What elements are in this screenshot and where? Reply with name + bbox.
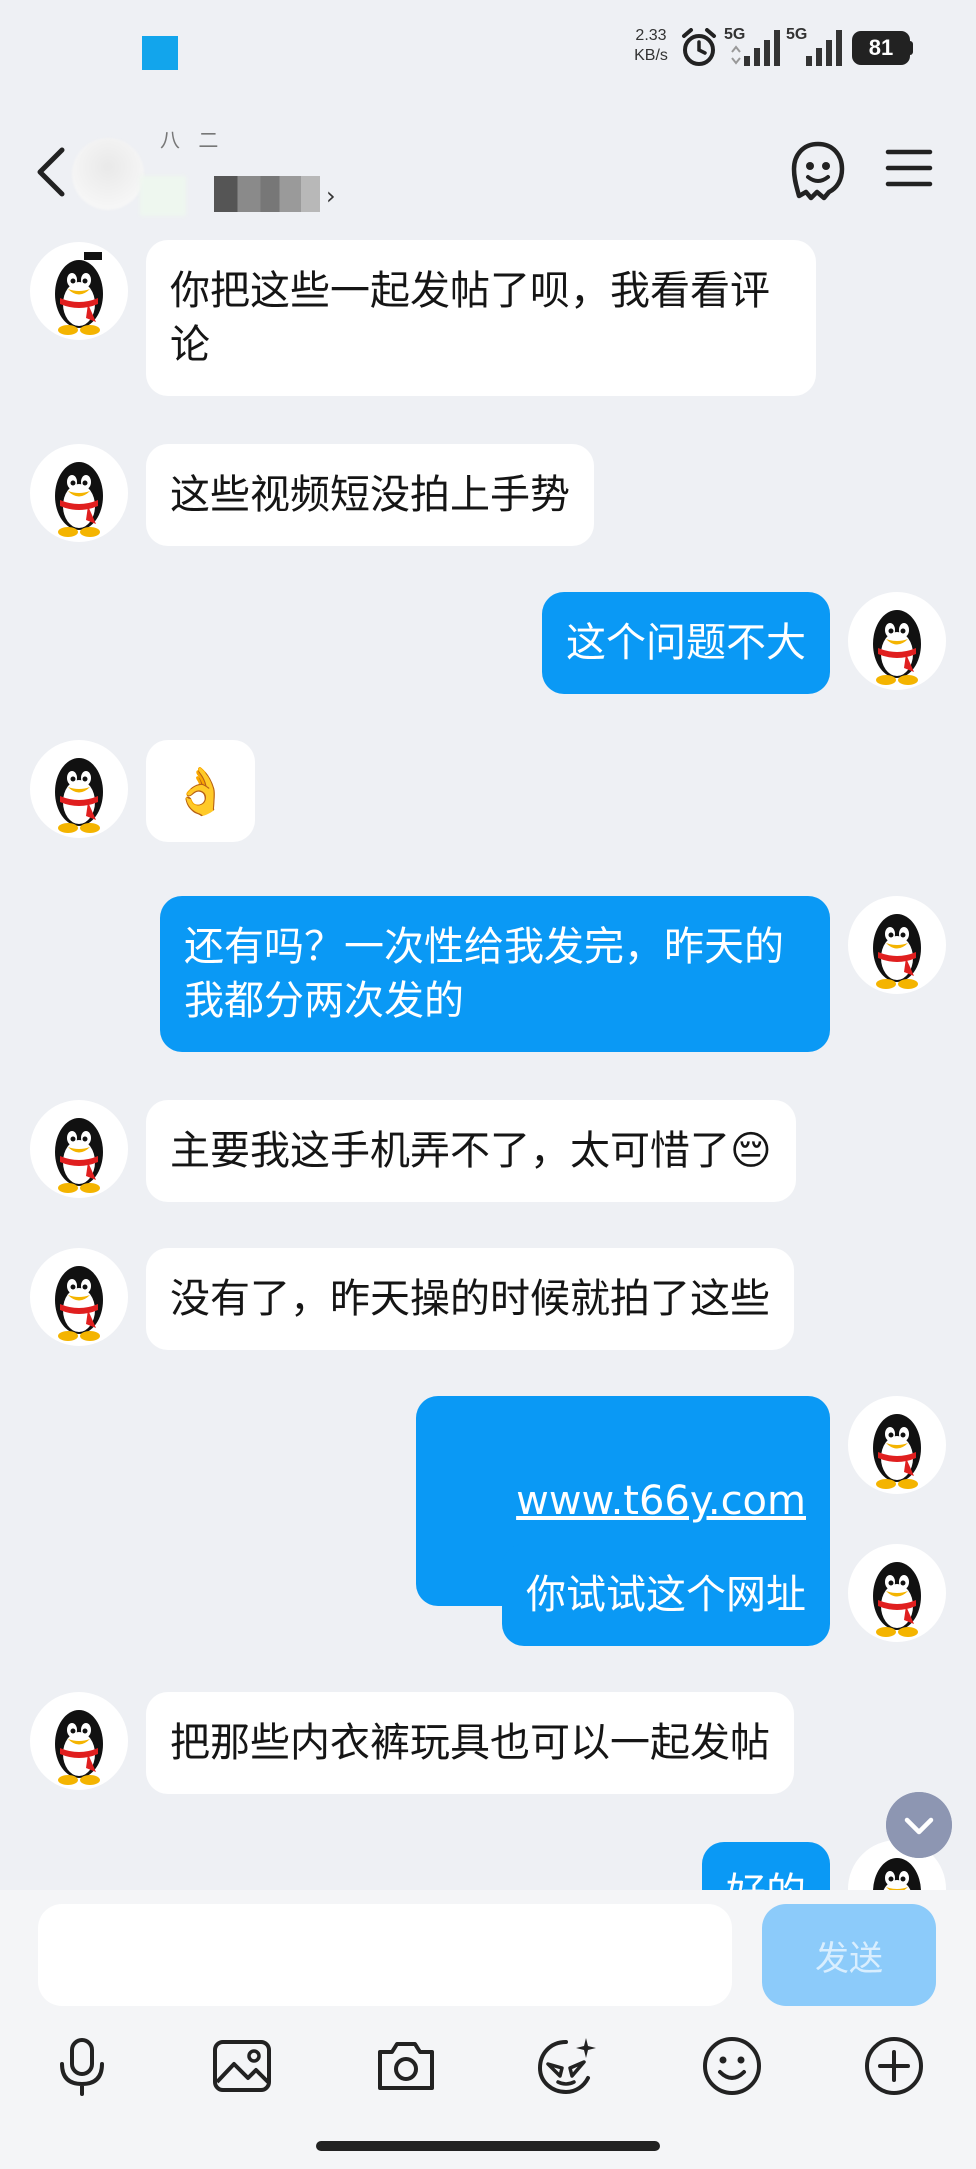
camera-icon[interactable] xyxy=(374,2034,438,2098)
home-indicator[interactable] xyxy=(316,2141,660,2151)
contact-info-mosaic[interactable] xyxy=(214,176,320,212)
contact-avatar[interactable] xyxy=(72,138,144,210)
avatar[interactable] xyxy=(30,1248,128,1346)
incoming-message-bubble[interactable]: 没有了，昨天操的时候就拍了这些 xyxy=(146,1248,794,1350)
battery-tip xyxy=(908,41,913,55)
contact-name[interactable]: 八 二 xyxy=(160,124,224,153)
send-button[interactable]: 发送 xyxy=(762,1904,936,2006)
battery-level: 81 xyxy=(852,31,910,65)
avatar[interactable] xyxy=(30,740,128,838)
alarm-icon xyxy=(682,28,716,66)
avatar[interactable] xyxy=(848,592,946,690)
penguin-avatar-icon xyxy=(55,1266,103,1341)
penguin-avatar-icon xyxy=(55,252,103,335)
scroll-to-bottom-button[interactable] xyxy=(886,1792,952,1858)
avatar[interactable] xyxy=(848,1544,946,1642)
penguin-avatar-icon xyxy=(873,610,921,685)
status-bar: 2.33 KB/s 5G 5G 81 xyxy=(0,0,976,110)
message-input[interactable] xyxy=(38,1904,732,2006)
plus-icon[interactable] xyxy=(862,2034,926,2098)
sticker-icon[interactable] xyxy=(534,2034,598,2098)
image-icon[interactable] xyxy=(210,2034,274,2098)
chevron-right-icon[interactable]: › xyxy=(326,182,336,210)
avatar[interactable] xyxy=(30,444,128,542)
signal-icon-1 xyxy=(731,30,780,66)
chat-header: 八 二 › xyxy=(0,110,976,240)
penguin-avatar-icon xyxy=(55,1118,103,1193)
emoji-icon[interactable] xyxy=(700,2034,764,2098)
penguin-avatar-icon xyxy=(55,758,103,833)
penguin-avatar-icon xyxy=(55,462,103,537)
url-link[interactable]: www.t66y.com xyxy=(516,1478,806,1524)
penguin-avatar-icon xyxy=(55,1710,103,1785)
avatar[interactable] xyxy=(848,896,946,994)
incoming-message-bubble[interactable]: 这些视频短没拍上手势 xyxy=(146,444,594,546)
hamburger-menu-icon[interactable] xyxy=(884,146,934,190)
avatar[interactable] xyxy=(848,1396,946,1494)
penguin-avatar-icon xyxy=(873,1414,921,1489)
incoming-message-bubble[interactable]: 主要我这手机弄不了，太可惜了😔 xyxy=(146,1100,796,1202)
network-speed: 2.33 KB/s xyxy=(634,27,668,64)
signal-icon-2 xyxy=(806,30,842,66)
ghost-face-icon[interactable] xyxy=(790,140,846,202)
outgoing-message-bubble[interactable]: 这个问题不大 xyxy=(542,592,830,694)
message-list[interactable]: 你把这些一起发帖了呗，我看看评论 这些视频短没拍上手势 这个问题不大 👌 还有吗… xyxy=(0,240,976,1890)
avatar[interactable] xyxy=(30,1100,128,1198)
input-bar: 发送 xyxy=(0,1890,976,2169)
outgoing-message-bubble[interactable]: 你试试这个网址 xyxy=(502,1544,830,1646)
penguin-avatar-icon xyxy=(873,1562,921,1637)
online-status-blur xyxy=(140,176,186,216)
chevron-left-icon[interactable] xyxy=(28,142,76,202)
incoming-emoji-bubble[interactable]: 👌 xyxy=(146,740,256,842)
avatar[interactable] xyxy=(30,1692,128,1790)
penguin-avatar-icon xyxy=(873,914,921,989)
incoming-message-bubble[interactable]: 把那些内衣裤玩具也可以一起发帖 xyxy=(146,1692,794,1794)
avatar[interactable] xyxy=(30,242,128,340)
app-notification-icon xyxy=(142,36,178,70)
incoming-message-bubble[interactable]: 你把这些一起发帖了呗，我看看评论 xyxy=(146,240,816,396)
outgoing-message-bubble[interactable]: 还有吗？一次性给我发完，昨天的我都分两次发的 xyxy=(160,896,830,1052)
outgoing-message-bubble[interactable]: 好的 xyxy=(702,1842,830,1890)
microphone-icon[interactable] xyxy=(50,2034,114,2098)
